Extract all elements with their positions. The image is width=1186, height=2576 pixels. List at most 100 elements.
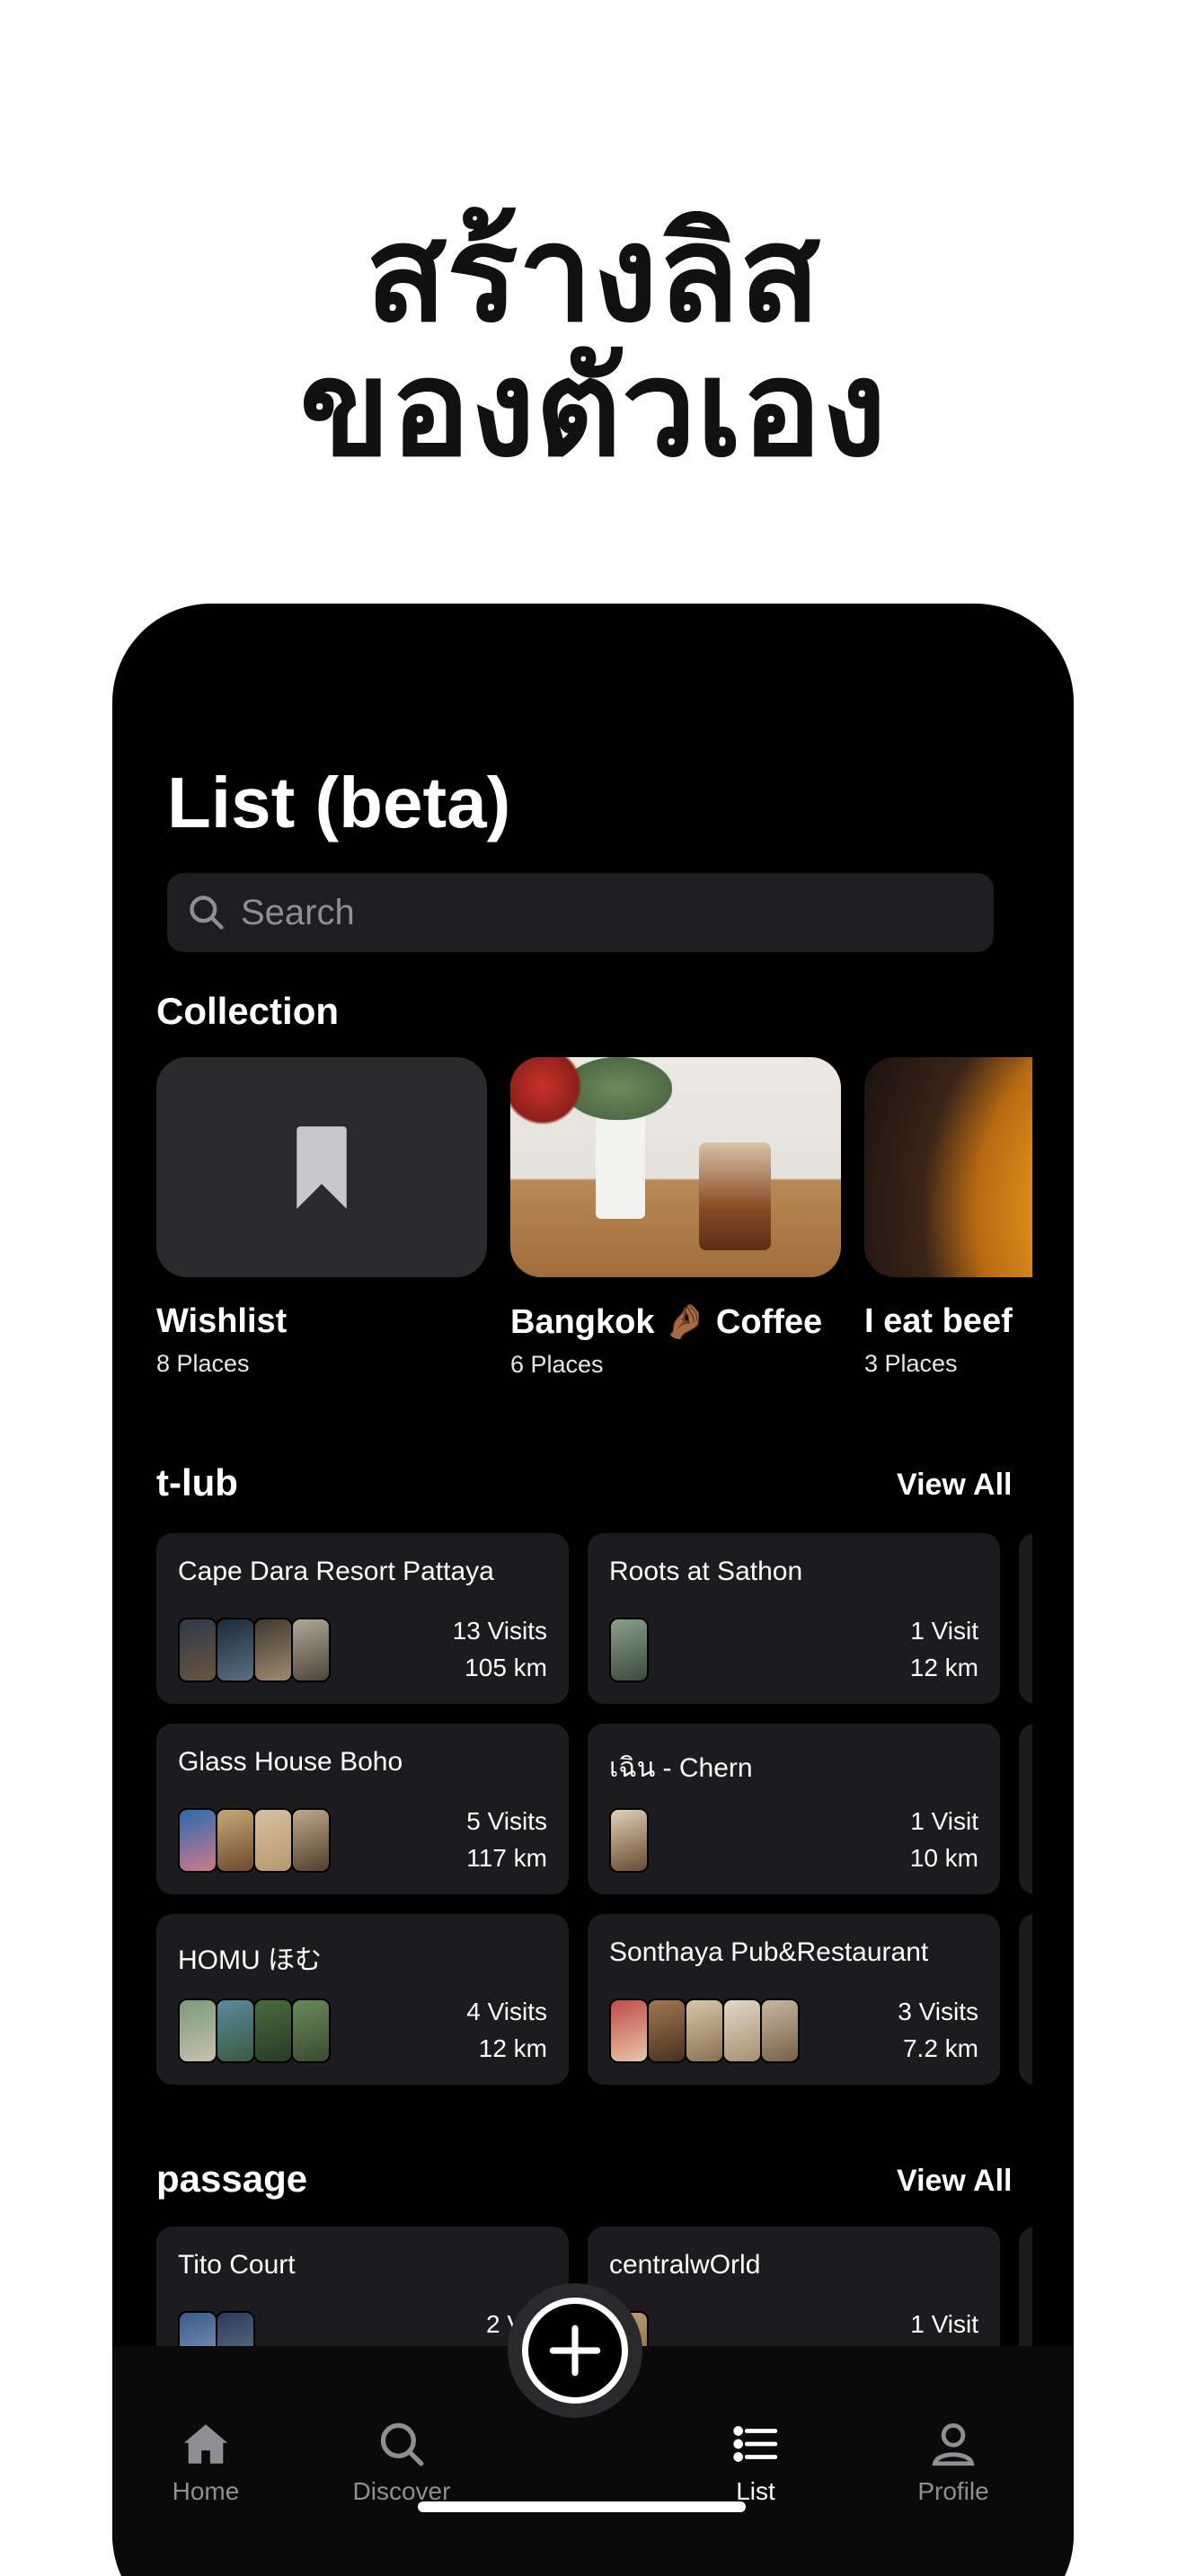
- tab-discover[interactable]: Discover: [321, 2418, 482, 2506]
- collection-name: I eat beef: [864, 1302, 1013, 1340]
- place-card[interactable]: Sonthaya Pub&Restaurant 3 Visits 7.2 km: [588, 1914, 1000, 2085]
- list-icon: [733, 2426, 778, 2462]
- place-meta: 5 Visits 117 km: [466, 1803, 547, 1876]
- headline-line-2: ของตัวเอง: [299, 331, 887, 486]
- collection-photo-beef: [864, 1057, 1032, 1277]
- search-icon: [380, 2422, 424, 2466]
- collection-card-wishlist[interactable]: Wishlist 8 Places: [156, 1057, 487, 1378]
- photo-thumb: [609, 1998, 649, 2063]
- place-photos: [178, 1808, 331, 1873]
- place-card[interactable]: Cape Dara Resort Pattaya 13 Visits 105 k…: [156, 1533, 569, 1704]
- place-card-peek[interactable]: [1019, 1724, 1032, 1894]
- place-name: centralwOrld: [609, 2250, 761, 2280]
- place-photos: [609, 1808, 649, 1873]
- place-card-peek[interactable]: [1019, 1533, 1032, 1704]
- place-photos: [609, 1998, 800, 2063]
- home-indicator: [418, 2501, 746, 2512]
- place-name: เฉิน - Chern: [609, 1753, 753, 1783]
- photo-thumb: [253, 1618, 293, 1682]
- visit-count: 13 Visits: [452, 1617, 547, 1645]
- tab-label: Profile: [917, 2477, 989, 2505]
- photo-thumb: [216, 1998, 255, 2063]
- collection-count: 6 Places: [510, 1351, 604, 1378]
- place-card[interactable]: เฉิน - Chern 1 Visit 10 km: [588, 1724, 1000, 1894]
- collection-thumbnail: [156, 1057, 487, 1277]
- view-all-link[interactable]: View All: [897, 2164, 1013, 2199]
- photo-thumb: [722, 1998, 762, 2063]
- tab-home[interactable]: Home: [125, 2418, 287, 2506]
- collection-carousel: Wishlist 8 Places Bangkok 🤌🏾 Coffee 6 Pl…: [156, 1057, 1032, 1398]
- photo-thumb: [647, 1998, 686, 2063]
- place-photos: [178, 1998, 331, 2063]
- visit-count: 4 Visits: [466, 1998, 547, 2025]
- tab-label: Home: [172, 2477, 240, 2505]
- photo-thumb: [609, 1618, 649, 1682]
- place-card[interactable]: Roots at Sathon 1 Visit 12 km: [588, 1533, 1000, 1704]
- place-meta: 3 Visits 7.2 km: [898, 1993, 978, 2067]
- photo-thumb: [760, 1998, 800, 2063]
- section-title-t-lub: t-lub: [156, 1461, 238, 1504]
- phone-frame: List (beta) Search Collection Wishlist 8…: [112, 604, 1074, 2576]
- place-card[interactable]: HOMU ほむ 4 Visits 12 km: [156, 1914, 569, 2085]
- place-photos: [609, 1618, 649, 1682]
- place-card-peek[interactable]: [1019, 1914, 1032, 2085]
- add-button[interactable]: [508, 2283, 642, 2418]
- distance: 10 km: [909, 1844, 978, 1872]
- place-name: Roots at Sathon: [609, 1557, 803, 1586]
- place-name: Glass House Boho: [178, 1747, 403, 1777]
- photo-thumb: [216, 1618, 255, 1682]
- headline: สร้างลิส ของตัวเอง: [0, 207, 1186, 476]
- search-input[interactable]: Search: [241, 893, 355, 933]
- visit-count: 1 Visit: [910, 2310, 978, 2338]
- place-name: Cape Dara Resort Pattaya: [178, 1557, 494, 1586]
- iced-coffee-glass: [699, 1142, 771, 1250]
- distance: 7.2 km: [902, 2034, 978, 2062]
- collection-header: Collection: [156, 990, 340, 1032]
- search-bar[interactable]: Search: [167, 873, 994, 952]
- flower-shape: [510, 1057, 591, 1129]
- visit-count: 3 Visits: [898, 1998, 978, 2025]
- photo-thumb: [253, 1998, 293, 2063]
- view-all-link[interactable]: View All: [897, 1468, 1013, 1503]
- photo-thumb: [253, 1808, 293, 1873]
- distance: 12 km: [478, 2034, 547, 2062]
- search-icon: [190, 895, 224, 930]
- tab-profile[interactable]: Profile: [872, 2418, 1034, 2506]
- place-meta: 4 Visits 12 km: [466, 1993, 547, 2067]
- photo-thumb: [178, 1618, 217, 1682]
- collection-count: 8 Places: [156, 1350, 250, 1377]
- collection-name: Wishlist: [156, 1302, 288, 1340]
- visit-count: 1 Visit: [910, 1617, 978, 1645]
- place-name: Tito Court: [178, 2250, 296, 2280]
- collection-card-beef[interactable]: I eat beef 3 Places: [864, 1057, 1032, 1378]
- page-title: List (beta): [167, 763, 511, 842]
- photo-thumb: [685, 1998, 724, 2063]
- place-name: HOMU ほむ: [178, 1945, 322, 1975]
- collection-card-bangkok-coffee[interactable]: Bangkok 🤌🏾 Coffee 6 Places: [510, 1057, 841, 1379]
- add-button-ring: [522, 2298, 628, 2404]
- photo-thumb: [609, 1808, 649, 1873]
- collection-photo-coffee: [510, 1057, 841, 1277]
- place-grid-t-lub: Cape Dara Resort Pattaya 13 Visits 105 k…: [156, 1533, 1032, 2090]
- distance: 12 km: [909, 1654, 978, 1681]
- photo-thumb: [291, 1618, 331, 1682]
- place-meta: 1 Visit: [910, 2306, 978, 2342]
- place-photos: [178, 1618, 331, 1682]
- photo-thumb: [291, 1998, 331, 2063]
- collection-name: Bangkok 🤌🏾 Coffee: [510, 1303, 823, 1341]
- section-title-passage: passage: [156, 2157, 308, 2200]
- visit-count: 1 Visit: [910, 1807, 978, 1835]
- place-card[interactable]: Glass House Boho 5 Visits 117 km: [156, 1724, 569, 1894]
- photo-thumb: [216, 1808, 255, 1873]
- plus-icon: [549, 2325, 601, 2377]
- place-meta: 1 Visit 10 km: [910, 1803, 978, 1876]
- person-icon: [932, 2423, 975, 2466]
- tab-list[interactable]: List: [675, 2418, 836, 2506]
- home-icon: [183, 2424, 228, 2464]
- place-meta: 13 Visits 105 km: [453, 1612, 547, 1686]
- place-meta: 1 Visit 12 km: [910, 1612, 978, 1686]
- collection-count: 3 Places: [864, 1350, 958, 1377]
- visit-count: 5 Visits: [466, 1807, 547, 1835]
- headline-line-1: สร้างลิส: [365, 197, 821, 351]
- photo-thumb: [178, 1808, 217, 1873]
